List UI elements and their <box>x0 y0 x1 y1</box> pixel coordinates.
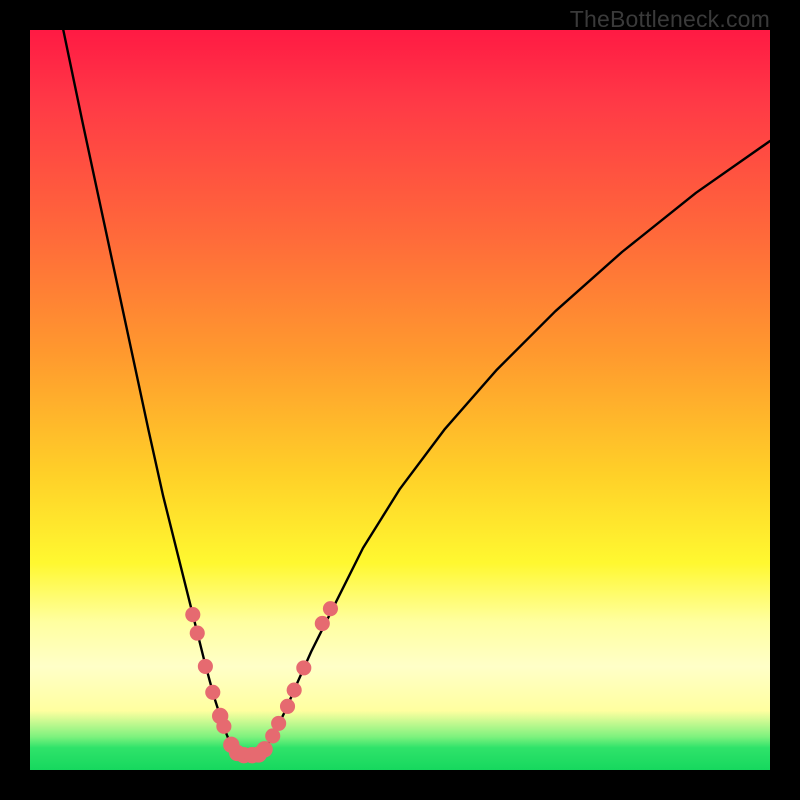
watermark-text: TheBottleneck.com <box>570 6 770 33</box>
highlighted-points <box>185 601 338 763</box>
curve-marker <box>315 616 330 631</box>
curve-marker <box>205 685 220 700</box>
curve-marker <box>256 741 272 757</box>
curve-marker <box>287 683 302 698</box>
bottleneck-curve <box>63 30 770 755</box>
curve-marker <box>323 601 338 616</box>
curve-marker <box>280 699 295 714</box>
curve-marker <box>296 660 311 675</box>
curve-marker <box>216 719 231 734</box>
plot-area <box>30 30 770 770</box>
curve-marker <box>185 607 200 622</box>
bottleneck-curve-svg <box>30 30 770 770</box>
chart-frame: TheBottleneck.com <box>0 0 800 800</box>
curve-marker <box>198 659 213 674</box>
curve-marker <box>190 626 205 641</box>
curve-marker <box>271 716 286 731</box>
